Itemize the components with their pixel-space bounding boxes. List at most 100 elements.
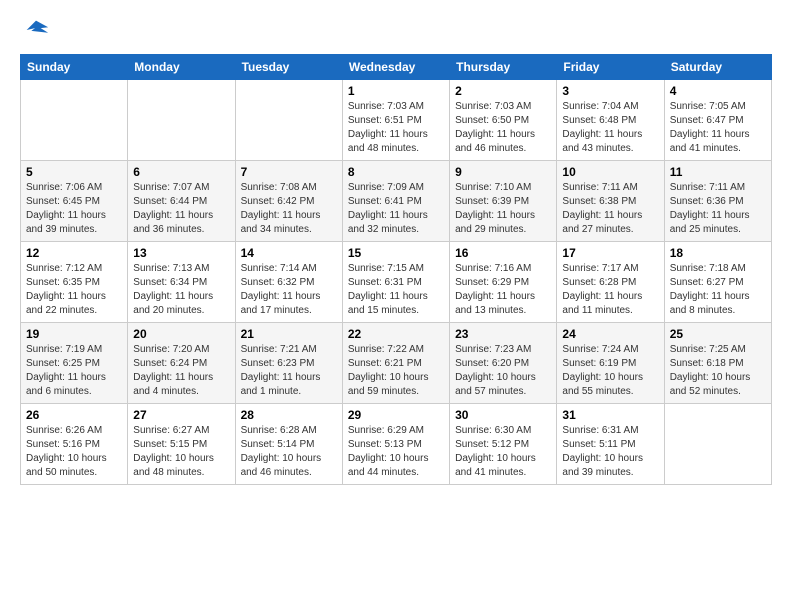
day-info: Sunrise: 6:30 AMSunset: 5:12 PMDaylight:… bbox=[455, 424, 551, 480]
day-info: Sunrise: 6:27 AMSunset: 5:15 PMDaylight:… bbox=[133, 424, 229, 480]
day-info: Sunrise: 7:05 AMSunset: 6:47 PMDaylight:… bbox=[670, 100, 766, 156]
day-info: Sunrise: 7:23 AMSunset: 6:20 PMDaylight:… bbox=[455, 343, 551, 399]
day-info: Sunrise: 7:07 AMSunset: 6:44 PMDaylight:… bbox=[133, 181, 229, 237]
day-number: 12 bbox=[26, 246, 122, 260]
calendar: SundayMondayTuesdayWednesdayThursdayFrid… bbox=[20, 54, 772, 485]
col-header-wednesday: Wednesday bbox=[342, 55, 449, 80]
day-number: 21 bbox=[241, 327, 337, 341]
calendar-cell: 19 Sunrise: 7:19 AMSunset: 6:25 PMDayligh… bbox=[21, 323, 128, 404]
day-number: 15 bbox=[348, 246, 444, 260]
col-header-monday: Monday bbox=[128, 55, 235, 80]
day-info: Sunrise: 7:12 AMSunset: 6:35 PMDaylight:… bbox=[26, 262, 122, 318]
calendar-cell bbox=[128, 80, 235, 161]
day-info: Sunrise: 7:04 AMSunset: 6:48 PMDaylight:… bbox=[562, 100, 658, 156]
calendar-cell: 5 Sunrise: 7:06 AMSunset: 6:45 PMDaylight… bbox=[21, 161, 128, 242]
day-number: 1 bbox=[348, 84, 444, 98]
calendar-cell: 7 Sunrise: 7:08 AMSunset: 6:42 PMDaylight… bbox=[235, 161, 342, 242]
col-header-friday: Friday bbox=[557, 55, 664, 80]
calendar-week-3: 12 Sunrise: 7:12 AMSunset: 6:35 PMDayligh… bbox=[21, 242, 772, 323]
calendar-cell: 12 Sunrise: 7:12 AMSunset: 6:35 PMDayligh… bbox=[21, 242, 128, 323]
logo-text bbox=[20, 16, 50, 44]
calendar-cell: 3 Sunrise: 7:04 AMSunset: 6:48 PMDaylight… bbox=[557, 80, 664, 161]
day-number: 26 bbox=[26, 408, 122, 422]
calendar-cell: 29 Sunrise: 6:29 AMSunset: 5:13 PMDayligh… bbox=[342, 404, 449, 485]
day-number: 3 bbox=[562, 84, 658, 98]
day-number: 9 bbox=[455, 165, 551, 179]
day-number: 24 bbox=[562, 327, 658, 341]
calendar-cell bbox=[21, 80, 128, 161]
calendar-cell: 18 Sunrise: 7:18 AMSunset: 6:27 PMDayligh… bbox=[664, 242, 771, 323]
day-info: Sunrise: 7:22 AMSunset: 6:21 PMDaylight:… bbox=[348, 343, 444, 399]
calendar-cell: 10 Sunrise: 7:11 AMSunset: 6:38 PMDayligh… bbox=[557, 161, 664, 242]
day-number: 6 bbox=[133, 165, 229, 179]
calendar-cell: 25Sunrise: 7:25 AMSunset: 6:18 PMDayligh… bbox=[664, 323, 771, 404]
day-number: 29 bbox=[348, 408, 444, 422]
day-number: 20 bbox=[133, 327, 229, 341]
day-number: 13 bbox=[133, 246, 229, 260]
calendar-cell: 9 Sunrise: 7:10 AMSunset: 6:39 PMDaylight… bbox=[450, 161, 557, 242]
calendar-cell: 21 Sunrise: 7:21 AMSunset: 6:23 PMDayligh… bbox=[235, 323, 342, 404]
page: SundayMondayTuesdayWednesdayThursdayFrid… bbox=[0, 0, 792, 612]
day-info: Sunrise: 7:14 AMSunset: 6:32 PMDaylight:… bbox=[241, 262, 337, 318]
calendar-cell: 15 Sunrise: 7:15 AMSunset: 6:31 PMDayligh… bbox=[342, 242, 449, 323]
calendar-cell: 8 Sunrise: 7:09 AMSunset: 6:41 PMDaylight… bbox=[342, 161, 449, 242]
day-info: Sunrise: 6:31 AMSunset: 5:11 PMDaylight:… bbox=[562, 424, 658, 480]
header bbox=[20, 16, 772, 44]
day-info: Sunrise: 7:19 AMSunset: 6:25 PMDaylight:… bbox=[26, 343, 122, 399]
calendar-cell: 30 Sunrise: 6:30 AMSunset: 5:12 PMDayligh… bbox=[450, 404, 557, 485]
day-number: 16 bbox=[455, 246, 551, 260]
day-info: Sunrise: 6:29 AMSunset: 5:13 PMDaylight:… bbox=[348, 424, 444, 480]
day-number: 19 bbox=[26, 327, 122, 341]
day-number: 18 bbox=[670, 246, 766, 260]
calendar-cell: 28Sunrise: 6:28 AMSunset: 5:14 PMDayligh… bbox=[235, 404, 342, 485]
day-info: Sunrise: 7:11 AMSunset: 6:38 PMDaylight:… bbox=[562, 181, 658, 237]
day-number: 7 bbox=[241, 165, 337, 179]
day-number: 5 bbox=[26, 165, 122, 179]
day-number: 10 bbox=[562, 165, 658, 179]
calendar-cell: 20 Sunrise: 7:20 AMSunset: 6:24 PMDayligh… bbox=[128, 323, 235, 404]
calendar-cell: 17 Sunrise: 7:17 AMSunset: 6:28 PMDayligh… bbox=[557, 242, 664, 323]
day-number: 8 bbox=[348, 165, 444, 179]
day-info: Sunrise: 7:17 AMSunset: 6:28 PMDaylight:… bbox=[562, 262, 658, 318]
calendar-week-2: 5 Sunrise: 7:06 AMSunset: 6:45 PMDaylight… bbox=[21, 161, 772, 242]
day-number: 14 bbox=[241, 246, 337, 260]
day-info: Sunrise: 7:24 AMSunset: 6:19 PMDaylight:… bbox=[562, 343, 658, 399]
calendar-cell: 26Sunrise: 6:26 AMSunset: 5:16 PMDayligh… bbox=[21, 404, 128, 485]
calendar-cell: 31 Sunrise: 6:31 AMSunset: 5:11 PMDayligh… bbox=[557, 404, 664, 485]
day-info: Sunrise: 7:08 AMSunset: 6:42 PMDaylight:… bbox=[241, 181, 337, 237]
day-number: 17 bbox=[562, 246, 658, 260]
col-header-thursday: Thursday bbox=[450, 55, 557, 80]
day-number: 30 bbox=[455, 408, 551, 422]
day-number: 28 bbox=[241, 408, 337, 422]
calendar-week-1: 1 Sunrise: 7:03 AMSunset: 6:51 PMDaylight… bbox=[21, 80, 772, 161]
day-info: Sunrise: 7:11 AMSunset: 6:36 PMDaylight:… bbox=[670, 181, 766, 237]
calendar-cell: 22 Sunrise: 7:22 AMSunset: 6:21 PMDayligh… bbox=[342, 323, 449, 404]
day-info: Sunrise: 7:09 AMSunset: 6:41 PMDaylight:… bbox=[348, 181, 444, 237]
day-number: 27 bbox=[133, 408, 229, 422]
calendar-cell bbox=[664, 404, 771, 485]
day-info: Sunrise: 7:13 AMSunset: 6:34 PMDaylight:… bbox=[133, 262, 229, 318]
day-info: Sunrise: 7:06 AMSunset: 6:45 PMDaylight:… bbox=[26, 181, 122, 237]
calendar-cell: 14 Sunrise: 7:14 AMSunset: 6:32 PMDayligh… bbox=[235, 242, 342, 323]
calendar-cell: 13 Sunrise: 7:13 AMSunset: 6:34 PMDayligh… bbox=[128, 242, 235, 323]
day-info: Sunrise: 7:21 AMSunset: 6:23 PMDaylight:… bbox=[241, 343, 337, 399]
calendar-header-row: SundayMondayTuesdayWednesdayThursdayFrid… bbox=[21, 55, 772, 80]
logo-bird-icon bbox=[22, 16, 50, 44]
day-number: 22 bbox=[348, 327, 444, 341]
col-header-tuesday: Tuesday bbox=[235, 55, 342, 80]
day-info: Sunrise: 7:10 AMSunset: 6:39 PMDaylight:… bbox=[455, 181, 551, 237]
day-info: Sunrise: 7:16 AMSunset: 6:29 PMDaylight:… bbox=[455, 262, 551, 318]
day-info: Sunrise: 7:20 AMSunset: 6:24 PMDaylight:… bbox=[133, 343, 229, 399]
calendar-cell: 24 Sunrise: 7:24 AMSunset: 6:19 PMDayligh… bbox=[557, 323, 664, 404]
day-info: Sunrise: 7:15 AMSunset: 6:31 PMDaylight:… bbox=[348, 262, 444, 318]
calendar-cell: 1 Sunrise: 7:03 AMSunset: 6:51 PMDaylight… bbox=[342, 80, 449, 161]
col-header-saturday: Saturday bbox=[664, 55, 771, 80]
calendar-cell: 27 Sunrise: 6:27 AMSunset: 5:15 PMDayligh… bbox=[128, 404, 235, 485]
calendar-cell: 11Sunrise: 7:11 AMSunset: 6:36 PMDayligh… bbox=[664, 161, 771, 242]
calendar-cell bbox=[235, 80, 342, 161]
day-info: Sunrise: 7:25 AMSunset: 6:18 PMDaylight:… bbox=[670, 343, 766, 399]
day-number: 4 bbox=[670, 84, 766, 98]
day-number: 31 bbox=[562, 408, 658, 422]
day-info: Sunrise: 7:18 AMSunset: 6:27 PMDaylight:… bbox=[670, 262, 766, 318]
day-info: Sunrise: 7:03 AMSunset: 6:51 PMDaylight:… bbox=[348, 100, 444, 156]
